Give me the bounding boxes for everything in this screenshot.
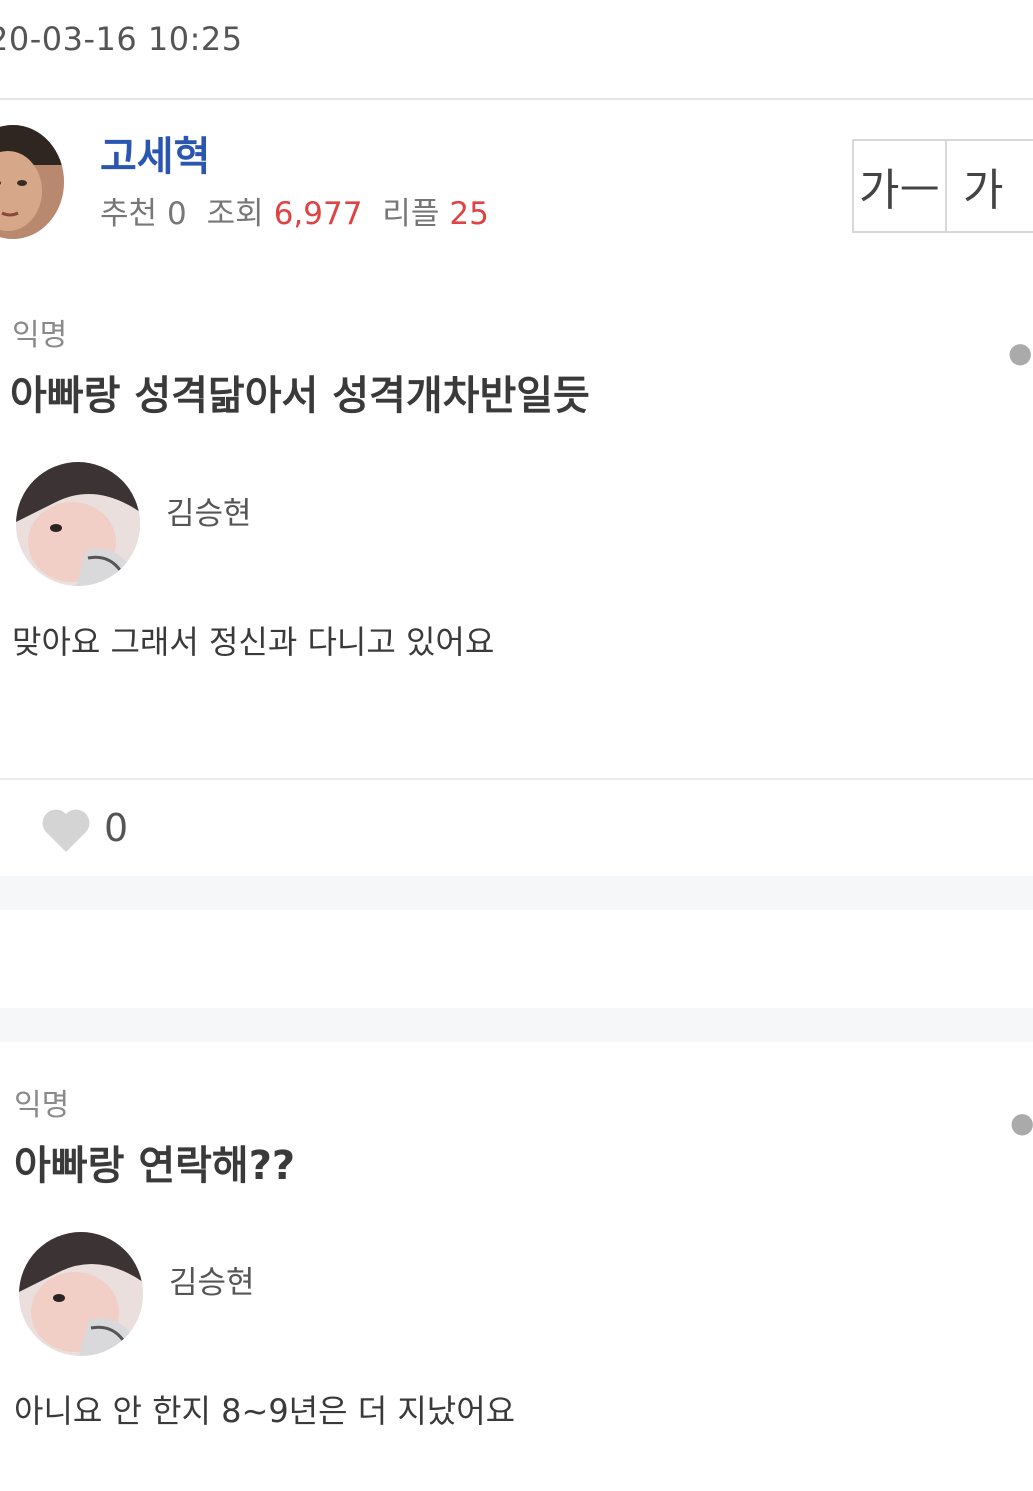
font-smaller-button[interactable]: 가ㅡ xyxy=(854,141,945,231)
header-divider xyxy=(0,98,1033,100)
section-separator xyxy=(0,1008,1033,1042)
reply-text: 아니요 안 한지 8~9년은 더 지났어요 xyxy=(14,1392,516,1430)
reply-photo xyxy=(19,1232,143,1356)
reply-avatar[interactable] xyxy=(16,462,140,586)
recommend-count: 0 xyxy=(167,196,187,232)
reply-author: 김승현 xyxy=(169,1265,255,1301)
replies-count: 25 xyxy=(449,196,489,232)
font-larger-button[interactable]: 가 xyxy=(945,141,1033,231)
comment-author: 익명 xyxy=(12,318,68,353)
like-count: 0 xyxy=(104,806,129,850)
author-avatar[interactable] xyxy=(0,125,64,239)
font-size-control: 가ㅡ 가 xyxy=(852,139,1033,233)
views-label: 조회 xyxy=(206,196,264,232)
heart-icon[interactable] xyxy=(40,806,92,854)
reply-avatar[interactable] xyxy=(19,1232,143,1356)
author-photo xyxy=(0,125,64,239)
more-dots-icon[interactable]: ●● xyxy=(1008,336,1033,369)
more-dots-icon[interactable]: ●● xyxy=(1010,1106,1033,1139)
views-count: 6,977 xyxy=(273,196,363,232)
reply-author: 김승현 xyxy=(166,496,252,532)
comment-text: 아빠랑 연락해?? xyxy=(14,1143,296,1189)
like-divider xyxy=(0,778,1033,780)
reply-photo xyxy=(16,462,140,586)
section-separator xyxy=(0,876,1033,910)
comment-text: 아빠랑 성격닮아서 성격개차반일듯 xyxy=(10,373,590,419)
replies-label: 리플 xyxy=(382,196,440,232)
comment-author: 익명 xyxy=(14,1088,70,1123)
author-name[interactable]: 고세혁 xyxy=(100,124,210,182)
post-timestamp: 20-03-16 10:25 xyxy=(0,20,243,58)
post-stats: 추천 0 조회 6,977 리플 25 xyxy=(100,188,499,233)
reply-text: 맞아요 그래서 정신과 다니고 있어요 xyxy=(12,623,495,661)
recommend-label: 추천 xyxy=(100,196,158,232)
